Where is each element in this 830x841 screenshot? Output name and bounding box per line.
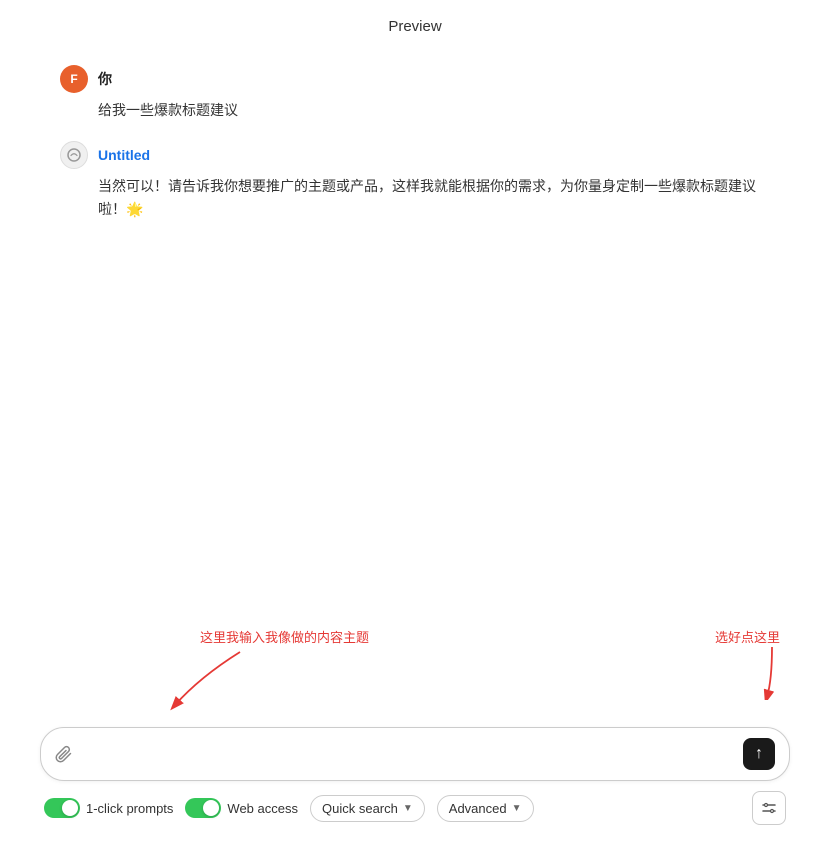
page-header: Preview [0, 0, 830, 49]
settings-icon [761, 800, 777, 816]
advanced-label: Advanced [449, 801, 507, 816]
toggle2-label: Web access [227, 801, 298, 816]
bottom-section: 雪地里呆萌的小狗 ↑ 1-click prompts Web access [0, 727, 830, 841]
user-message-body: 给我一些爆款标题建议 [98, 99, 770, 121]
annotation-right-arrow [732, 645, 792, 700]
user-name: 你 [98, 69, 112, 89]
annotation-overlay: 这里我输入我像做的内容主题 选好点这里 [0, 617, 830, 727]
chat-area: F 你 给我一些爆款标题建议 Untitled 当然可以！请告诉我你想要推广的主… [0, 49, 830, 419]
advanced-chevron-icon: ▼ [512, 803, 522, 814]
toggle2-knob [203, 800, 219, 816]
settings-button[interactable] [752, 791, 786, 825]
user-message-block: F 你 给我一些爆款标题建议 [60, 65, 770, 121]
input-row: 雪地里呆萌的小狗 ↑ [40, 727, 790, 781]
bot-avatar [60, 141, 88, 169]
toggle2-group: Web access [185, 798, 298, 818]
bot-message-block: Untitled 当然可以！请告诉我你想要推广的主题或产品，这样我就能根据你的需… [60, 141, 770, 220]
controls-row: 1-click prompts Web access Quick search … [40, 791, 790, 825]
user-message-header: F 你 [60, 65, 770, 93]
user-avatar: F [60, 65, 88, 93]
quick-search-label: Quick search [322, 801, 398, 816]
bot-name: Untitled [98, 147, 150, 163]
toggle2-switch[interactable] [185, 798, 221, 818]
message-input[interactable]: 雪地里呆萌的小狗 [81, 746, 735, 762]
toggle1-switch[interactable] [44, 798, 80, 818]
page-title: Preview [388, 18, 441, 35]
toggle1-knob [62, 800, 78, 816]
toggle1-group: 1-click prompts [44, 798, 173, 818]
advanced-dropdown[interactable]: Advanced ▼ [437, 795, 534, 822]
quick-search-chevron-icon: ▼ [403, 803, 413, 814]
send-button[interactable]: ↑ [743, 738, 775, 770]
annotation-left-arrow [160, 647, 280, 712]
attach-icon[interactable] [55, 745, 73, 763]
quick-search-dropdown[interactable]: Quick search ▼ [310, 795, 425, 822]
bot-message-body: 当然可以！请告诉我你想要推广的主题或产品，这样我就能根据你的需求，为你量身定制一… [98, 175, 770, 220]
annotation-right-text: 选好点这里 [715, 627, 780, 646]
annotation-left-text: 这里我输入我像做的内容主题 [200, 627, 369, 646]
main-container: Preview F 你 给我一些爆款标题建议 Unt [0, 0, 830, 841]
chat-spacer [0, 419, 830, 617]
bot-message-header: Untitled [60, 141, 770, 169]
send-icon: ↑ [755, 745, 763, 763]
toggle1-label: 1-click prompts [86, 801, 173, 816]
